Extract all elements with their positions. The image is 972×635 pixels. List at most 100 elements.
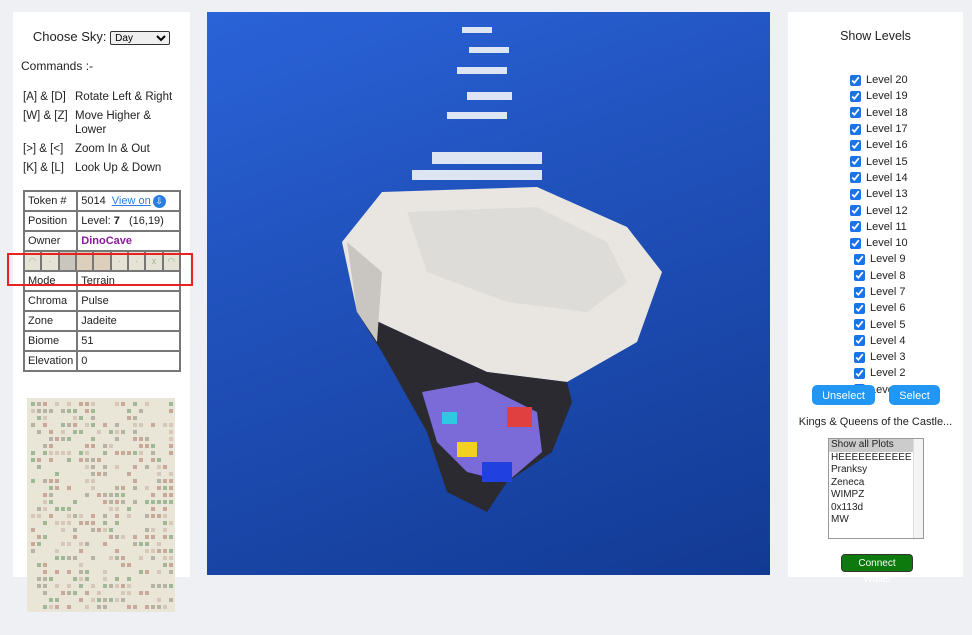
command-action: Move Higher & Lower	[75, 110, 152, 136]
level-checkbox[interactable]	[854, 270, 865, 282]
level-row[interactable]: Level 7	[854, 284, 908, 300]
level-row[interactable]: Level 16	[850, 137, 908, 153]
level-row[interactable]: Level 18	[850, 105, 908, 121]
show-levels-title: Show Levels	[840, 29, 911, 43]
sky-label: Choose Sky:	[32, 29, 107, 44]
command-row: [A] & [D] Rotate Left & Right	[23, 90, 185, 104]
level-row[interactable]: Level 15	[850, 153, 908, 169]
command-keys: [>] & [<]	[23, 143, 64, 155]
command-keys: [W] & [Z]	[23, 110, 68, 122]
command-row: [W] & [Z] Move Higher & Lower	[23, 109, 185, 137]
plot-option[interactable]: Zeneca	[829, 477, 923, 490]
level-label: Level 15	[866, 155, 908, 168]
level-checkbox[interactable]	[854, 319, 865, 331]
opensea-icon[interactable]: ⇩	[152, 194, 166, 208]
elevation-label: Elevation	[22, 350, 79, 372]
level-row[interactable]: Level 8	[854, 268, 908, 284]
level-label: Level 14	[866, 171, 908, 184]
plots-listbox[interactable]: Show all Plots HEEEEEEEEEEE Pranksy Zene…	[828, 438, 924, 539]
level-row[interactable]: Level 19	[850, 88, 908, 104]
level-checkbox[interactable]	[854, 367, 865, 379]
sky-select[interactable]: Day	[110, 31, 171, 45]
level-checkbox[interactable]	[854, 302, 865, 314]
connect-wallet-button[interactable]: Connect Wallet	[841, 554, 913, 585]
commands-title: Commands :-	[21, 59, 94, 73]
view-on-link[interactable]: View on	[112, 195, 151, 207]
chroma-value: Pulse	[76, 290, 181, 312]
zone-label: Zone	[22, 310, 79, 332]
level-label: Level 7	[870, 286, 906, 298]
command-action: Look Up & Down	[75, 162, 162, 174]
token-value: 5014	[81, 194, 106, 207]
level-checkbox[interactable]	[850, 172, 861, 184]
level-checkbox[interactable]	[854, 286, 865, 298]
biome-value: 51	[76, 330, 181, 352]
plot-option[interactable]: Show all Plots	[829, 439, 923, 452]
level-row[interactable]: Level 3	[854, 349, 908, 365]
3d-scene-canvas[interactable]	[207, 12, 770, 575]
level-row[interactable]: Level 6	[854, 300, 908, 316]
levels-list: Level 20 Level 19 Level 18 Level 17 Level 16…	[850, 72, 908, 398]
level-checkbox[interactable]	[854, 335, 865, 347]
level-checkbox[interactable]	[850, 74, 861, 86]
owner-label: Owner	[22, 230, 79, 252]
level-checkbox[interactable]	[854, 351, 865, 363]
level-row[interactable]: Level 17	[850, 121, 908, 137]
level-label: Level 18	[866, 106, 908, 119]
level-prefix: Level:	[81, 215, 111, 227]
level-label: Level 12	[866, 204, 908, 217]
level-label: Level 5	[870, 318, 906, 331]
level-checkbox[interactable]	[854, 253, 865, 265]
kings-queens-title: Kings & Queens of the Castle...	[798, 416, 953, 428]
plot-option[interactable]: HEEEEEEEEEEE	[829, 452, 923, 465]
select-all-button[interactable]: Select All	[889, 385, 940, 422]
level-label: Level 4	[870, 334, 906, 347]
owner-value: DinoCave	[76, 230, 181, 252]
level-row[interactable]: Level 4	[854, 333, 908, 349]
level-checkbox[interactable]	[850, 188, 861, 200]
chroma-label: Chroma	[22, 290, 79, 312]
level-row[interactable]: Level 9	[854, 251, 908, 267]
level-checkbox[interactable]	[850, 205, 861, 217]
level-label: Level 3	[870, 351, 906, 364]
level-label: Level 2	[870, 367, 906, 380]
level-checkbox[interactable]	[850, 237, 861, 249]
level-label: Level 8	[870, 269, 906, 282]
level-label: Level 19	[866, 90, 908, 103]
level-row[interactable]: Level 12	[850, 202, 908, 218]
level-row[interactable]: Level 14	[850, 170, 908, 186]
level-row[interactable]: Level 20	[850, 72, 908, 88]
plot-option[interactable]: MW	[829, 514, 923, 527]
level-label: Level 9	[870, 253, 906, 266]
level-checkbox[interactable]	[850, 156, 861, 168]
elevation-value: 0	[76, 350, 181, 372]
coords-value: (16,19)	[128, 215, 164, 227]
level-label: Level 6	[870, 302, 906, 315]
unselect-all-button[interactable]: Unselect All	[812, 385, 875, 422]
scrollbar[interactable]	[913, 439, 923, 538]
command-action: Rotate Left & Right	[75, 91, 173, 103]
level-checkbox[interactable]	[850, 123, 861, 135]
position-label: Position	[22, 210, 79, 232]
level-row[interactable]: Level 2	[854, 365, 908, 381]
level-label: Level 16	[866, 139, 908, 152]
right-panel: Show Levels Level 20 Level 19 Level 18 Leve…	[788, 12, 963, 585]
level-row[interactable]: Level 5	[854, 316, 908, 332]
level-checkbox[interactable]	[850, 139, 861, 151]
highlight-box	[7, 253, 193, 286]
minimap-pattern	[31, 402, 173, 609]
plot-option[interactable]: WIMPZ	[829, 489, 923, 502]
plot-option[interactable]: Pranksy	[829, 464, 923, 477]
level-checkbox[interactable]	[850, 107, 861, 119]
minimap[interactable]	[27, 398, 175, 612]
level-row[interactable]: Level 10	[850, 235, 908, 251]
level-row[interactable]: Level 13	[850, 186, 908, 202]
level-checkbox[interactable]	[850, 90, 861, 102]
command-action: Zoom In & Out	[75, 143, 150, 155]
command-keys: [A] & [D]	[23, 91, 66, 103]
level-label: Level 17	[866, 123, 908, 136]
plot-option[interactable]: 0x113d	[829, 502, 923, 515]
level-checkbox[interactable]	[850, 221, 861, 233]
level-row[interactable]: Level 11	[850, 219, 908, 235]
biome-label: Biome	[22, 330, 79, 352]
